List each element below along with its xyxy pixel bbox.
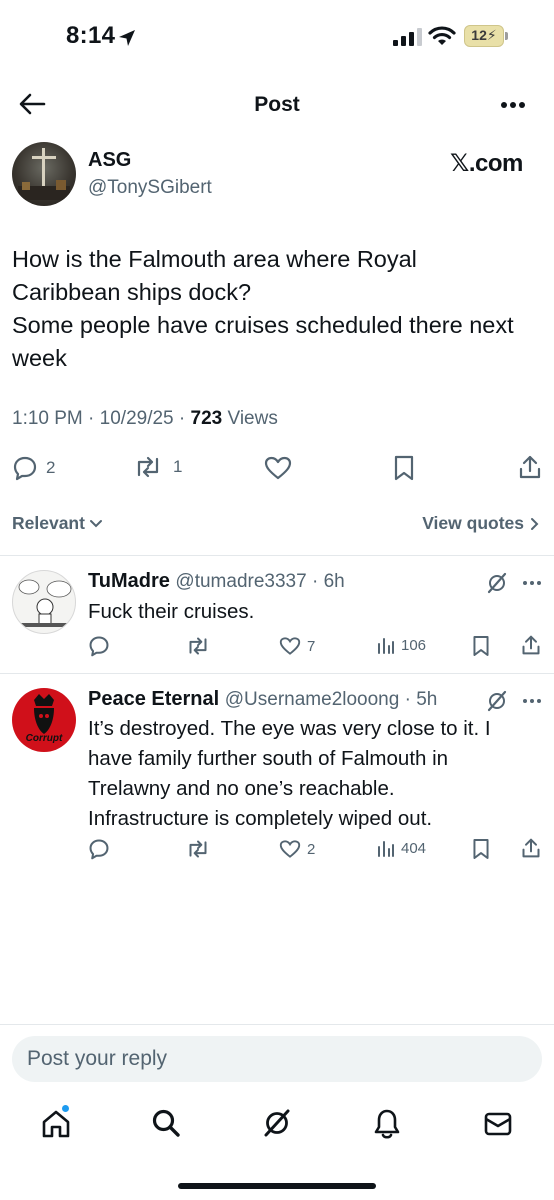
status-time: 8:14 [66,22,116,49]
like-count: 2 [307,840,316,858]
like-action[interactable]: 7 [279,636,315,656]
reply-age: 6h [323,571,345,592]
grok-icon[interactable] [486,690,508,712]
comment-icon [13,456,37,481]
battery-indicator: 12⚡ [464,25,504,47]
share-icon[interactable] [521,634,541,656]
grok-icon[interactable] [486,572,508,594]
chevron-right-icon [531,518,539,531]
home-indicator [178,1183,376,1189]
reply-text-line: have family further south of Falmouth in [88,747,449,770]
heart-icon [279,840,301,858]
repost-count: 1 [173,457,183,476]
bookmark-icon[interactable] [472,635,490,657]
relevant-filter[interactable]: Relevant [12,513,103,534]
reply-text-line: It’s destroyed. The eye was very close t… [88,717,491,740]
post-text-line: How is the Falmouth area where Royal [12,246,417,272]
heart-icon[interactable] [264,455,292,481]
bookmark-icon[interactable] [472,838,490,860]
page-title: Post [254,93,300,116]
grok-icon[interactable] [262,1108,292,1138]
like-count: 7 [307,637,316,655]
divider [0,673,554,674]
bookmark-icon[interactable] [393,455,415,481]
post-time: 1:10 PM [12,408,83,429]
reply-text-line: Trelawny and no one’s reachable. [88,777,395,800]
reply-avatar[interactable]: Corrupt [12,688,76,752]
post-date: 10/29/25 [99,408,174,429]
cartoon-avatar-image [18,579,72,627]
repost-icon [137,456,159,478]
reply-author-handle[interactable]: @Username2looong [225,689,400,710]
reply-text: Fuck their cruises. [88,597,254,627]
post-text-line: Caribbean ships dock? [12,279,252,305]
reply-author-name[interactable]: Peace Eternal [88,688,219,710]
reply-action[interactable]: 2 [12,455,55,481]
mail-icon[interactable] [483,1111,513,1137]
reply-header: TuMadre @tumadre3337 · 6h [88,570,345,592]
views-count: 106 [401,636,427,654]
reply-text-line: Infrastructure is completely wiped out. [88,807,433,830]
comment-icon[interactable] [88,635,110,657]
author-name[interactable]: ASG [88,149,131,172]
share-icon[interactable] [521,837,541,859]
views-count: 404 [401,839,427,857]
author-handle[interactable]: @TonySGibert [88,177,212,199]
home-icon[interactable] [40,1108,72,1140]
repost-icon[interactable] [185,839,211,859]
divider [0,1024,554,1025]
repost-icon[interactable] [185,636,211,656]
reply-header: Peace Eternal @Username2looong · 5h [88,688,438,710]
reply-author-name[interactable]: TuMadre [88,570,170,592]
views-action[interactable]: 106 [377,636,426,654]
battery-cap [505,32,508,40]
share-icon[interactable] [518,454,542,480]
avatar-text: Corrupt [25,733,63,744]
notification-dot [61,1104,70,1113]
wifi-icon [428,26,456,45]
post-text-line: week [12,345,67,371]
chevron-down-icon [89,520,102,528]
bar-chart-icon [378,841,394,857]
post-text-line: Some people have cruises scheduled there… [12,312,514,338]
post-text: How is the Falmouth area where Royal Car… [12,243,548,375]
cellular-signal-icon [393,28,422,46]
divider [0,555,554,556]
comment-icon[interactable] [88,838,110,860]
more-horizontal-icon[interactable] [500,101,526,109]
views-action[interactable]: 404 [377,839,426,857]
search-icon[interactable] [151,1108,181,1138]
location-arrow-icon [119,30,135,46]
crucifix-avatar-image [18,148,70,200]
bell-icon[interactable] [373,1108,401,1140]
more-horizontal-icon[interactable] [522,580,542,586]
more-horizontal-icon[interactable] [522,698,542,704]
like-action[interactable]: 2 [279,839,315,859]
views-count: 723 [190,408,223,429]
post-meta: 1:10 PM · 10/29/25 · 723 Views [12,408,278,429]
heart-icon [279,637,301,655]
views-label: Views [227,408,278,429]
reply-placeholder: Post your reply [27,1047,168,1070]
reply-author-handle[interactable]: @tumadre3337 [175,571,306,592]
bar-chart-icon [378,638,394,654]
reply-age: 5h [416,689,438,710]
repost-action[interactable]: 1 [133,455,182,479]
reply-count: 2 [46,458,56,477]
avatar[interactable] [12,142,76,206]
view-quotes-link[interactable]: View quotes [422,513,540,534]
reply-text: It’s destroyed. The eye was very close t… [88,714,491,834]
reply-text-line: Fuck their cruises. [88,600,255,623]
reply-avatar[interactable] [12,570,76,634]
source-label: 𝕏.com [450,150,523,177]
